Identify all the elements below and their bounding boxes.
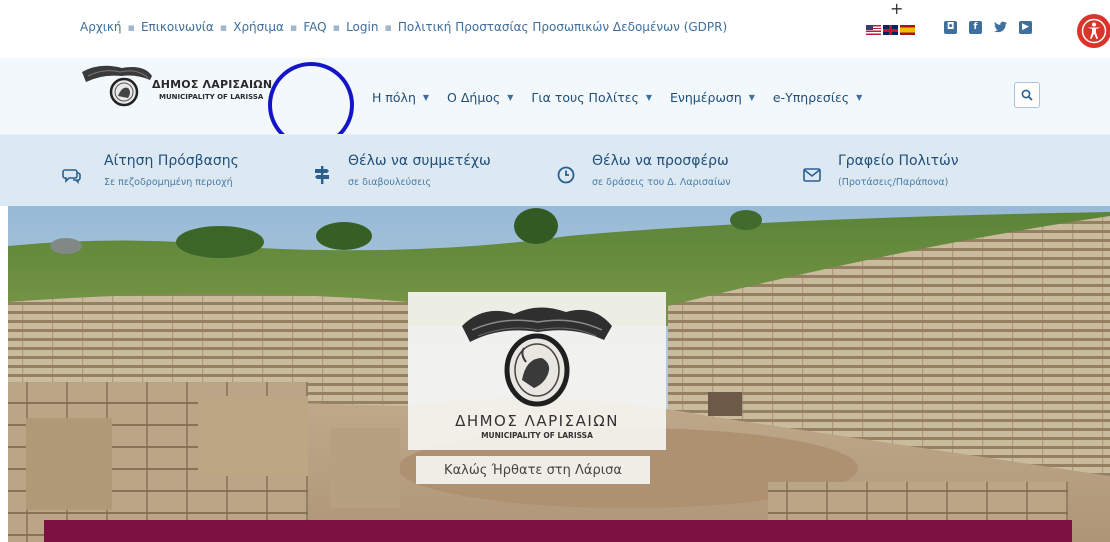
- search-button[interactable]: [1014, 82, 1040, 108]
- quick-link-subtitle: σε δράσεις του Δ. Λαρισαίων: [592, 177, 731, 188]
- top-link-login[interactable]: Login: [346, 20, 378, 34]
- quick-link-volunteer[interactable]: Θέλω να προσφέρω σε δράσεις του Δ. Λαρισ…: [556, 153, 731, 188]
- crosshair-cursor-icon: +: [890, 0, 904, 18]
- nav-news[interactable]: Ενημέρωση ▼: [670, 90, 755, 105]
- uk-flag-icon[interactable]: [883, 25, 898, 35]
- social-links: ◘ f ▶: [944, 21, 1032, 34]
- language-flags: [866, 25, 915, 35]
- welcome-caption: Καλώς Ήρθατε στη Λάρισα: [416, 456, 650, 484]
- accessibility-icon: [1081, 18, 1107, 44]
- accessibility-button[interactable]: [1077, 14, 1110, 48]
- nav-label: Για τους Πολίτες: [531, 90, 639, 105]
- signpost-icon: [315, 166, 329, 184]
- nav-label: Η πόλη: [372, 90, 416, 105]
- quick-link-citizens-office[interactable]: Γραφείο Πολιτών (Προτάσεις/Παράπονα): [802, 153, 959, 188]
- top-link-faq[interactable]: FAQ: [303, 20, 326, 34]
- hero-card-title: ΔΗΜΟΣ ΛΑΡΙΣΑΙΩΝ: [455, 412, 619, 430]
- nav-eservices[interactable]: e-Υπηρεσίες ▼: [773, 90, 862, 105]
- municipality-seal-logo: [462, 307, 612, 407]
- announcement-banner: [44, 520, 1072, 542]
- chevron-down-icon: ▼: [645, 93, 652, 102]
- nav-label: Ενημέρωση: [670, 90, 742, 105]
- logo-title: ΔΗΜΟΣ ΛΑΡΙΣΑΙΩΝ: [152, 78, 273, 91]
- hero-logo-card: ΔΗΜΟΣ ΛΑΡΙΣΑΙΩΝ MUNICIPALITY OF LARISSA: [408, 292, 666, 450]
- search-icon: [1021, 89, 1033, 101]
- quick-link-title: Γραφείο Πολιτών: [838, 153, 959, 169]
- separator: ▪: [332, 20, 341, 34]
- chevron-down-icon: ▼: [422, 93, 430, 102]
- youtube-icon[interactable]: ▶: [1019, 21, 1032, 34]
- logo-subtitle: MUNICIPALITY OF LARISSA: [159, 93, 264, 101]
- top-link-useful[interactable]: Χρήσιμα: [233, 20, 284, 34]
- instagram-icon[interactable]: ◘: [944, 21, 957, 34]
- quick-link-title: Θέλω να προσφέρω: [592, 153, 729, 169]
- quick-link-title: Θέλω να συμμετέχω: [348, 153, 491, 169]
- clock-icon: [557, 166, 575, 184]
- chat-icon: [62, 169, 81, 184]
- top-link-contact[interactable]: Επικοινωνία: [141, 20, 214, 34]
- chevron-down-icon: ▼: [856, 93, 863, 102]
- quick-link-subtitle: Σε πεζοδρομημένη περιοχή: [104, 177, 233, 188]
- top-link-home[interactable]: Αρχική: [80, 20, 122, 34]
- chevron-down-icon: ▼: [748, 93, 755, 102]
- twitter-icon[interactable]: [994, 21, 1007, 34]
- facebook-icon[interactable]: f: [969, 21, 982, 34]
- nav-citizens[interactable]: Για τους Πολίτες ▼: [531, 90, 652, 105]
- nav-label: e-Υπηρεσίες: [772, 90, 850, 105]
- quick-link-participate[interactable]: Θέλω να συμμετέχω σε διαβουλεύσεις: [312, 153, 491, 188]
- top-link-gdpr[interactable]: Πολιτική Προστασίας Προσωπικών Δεδομένων…: [398, 20, 727, 34]
- separator: ▪: [289, 20, 298, 34]
- separator: ▪: [384, 20, 392, 34]
- es-flag-icon[interactable]: [900, 25, 915, 35]
- quick-link-subtitle: σε διαβουλεύσεις: [348, 177, 432, 188]
- us-flag-icon[interactable]: [866, 25, 881, 35]
- nav-city[interactable]: Η πόλη ▼: [372, 90, 429, 105]
- top-links: Αρχική ▪ Επικοινωνία ▪ Χρήσιμα ▪ FAQ ▪ L…: [80, 20, 727, 34]
- envelope-icon: [803, 168, 821, 182]
- main-navigation: Η πόλη ▼ Ο Δήμος ▼ Για τους Πολίτες ▼ Εν…: [372, 90, 880, 105]
- hero-card-subtitle: MUNICIPALITY OF LARISSA: [481, 431, 593, 440]
- chevron-down-icon: ▼: [507, 93, 514, 102]
- quick-link-access-request[interactable]: Αίτηση Πρόσβασης Σε πεζοδρομημένη περιοχ…: [62, 153, 239, 188]
- top-bar: Αρχική ▪ Επικοινωνία ▪ Χρήσιμα ▪ FAQ ▪ L…: [0, 0, 1110, 58]
- nav-municipality[interactable]: Ο Δήμος ▼: [447, 90, 513, 105]
- separator: ▪: [219, 20, 228, 34]
- nav-label: Ο Δήμος: [447, 90, 501, 105]
- quick-link-title: Αίτηση Πρόσβασης: [104, 153, 239, 169]
- hero-section: ΔΗΜΟΣ ΛΑΡΙΣΑΙΩΝ MUNICIPALITY OF LARISSA …: [8, 206, 1110, 542]
- quick-link-subtitle: (Προτάσεις/Παράπονα): [838, 177, 949, 188]
- separator: ▪: [127, 20, 135, 34]
- quick-links-bar: Αίτηση Πρόσβασης Σε πεζοδρομημένη περιοχ…: [0, 134, 1110, 206]
